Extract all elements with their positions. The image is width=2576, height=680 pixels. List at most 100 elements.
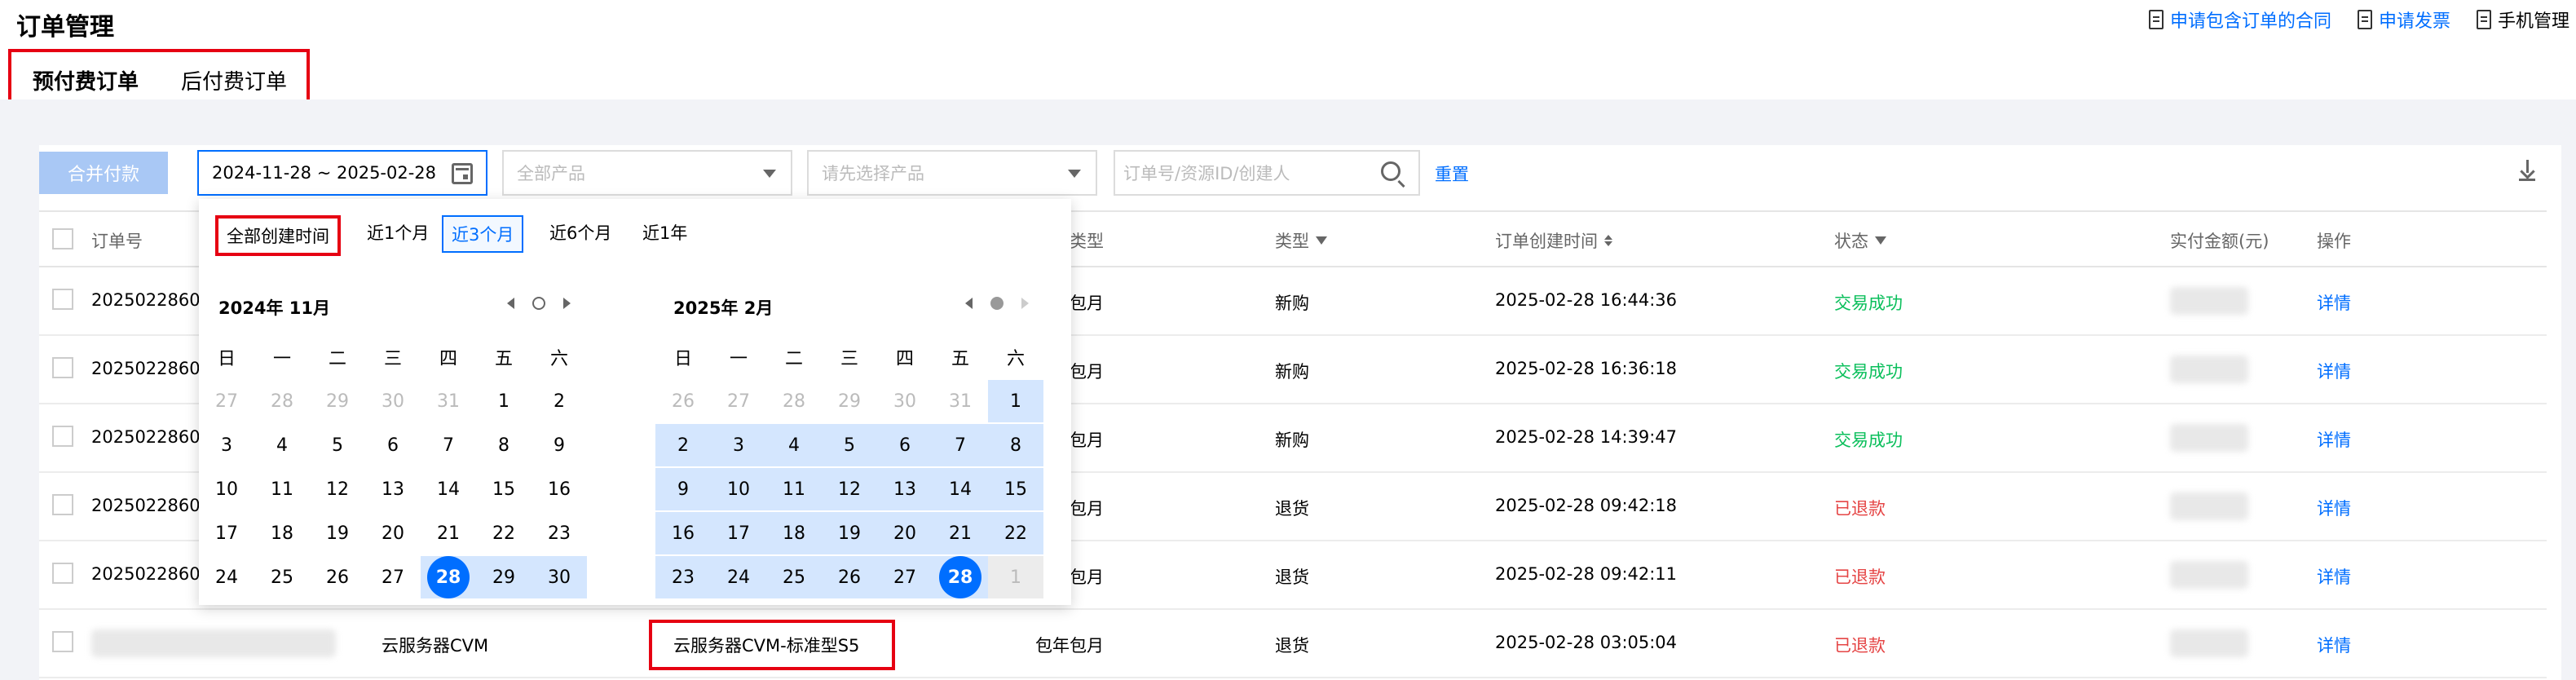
calendar-day[interactable]: 6 — [877, 424, 933, 466]
calendar-day[interactable]: 23 — [532, 512, 587, 554]
calendar-day[interactable]: 11 — [766, 468, 822, 510]
calendar-day[interactable]: 1 — [476, 380, 532, 422]
detail-link[interactable]: 详情 — [2317, 359, 2351, 383]
calendar-day[interactable]: 5 — [822, 424, 877, 466]
calendar-day[interactable]: 29 — [476, 556, 532, 598]
calendar-day[interactable]: 28 — [766, 380, 822, 422]
filter-icon[interactable] — [1875, 236, 1886, 245]
calendar-day[interactable]: 15 — [476, 468, 532, 510]
calendar-day[interactable]: 22 — [476, 512, 532, 554]
calendar-day[interactable]: 29 — [822, 380, 877, 422]
calendar-day[interactable]: 10 — [711, 468, 766, 510]
calendar-day[interactable]: 21 — [421, 512, 476, 554]
calendar-day[interactable]: 11 — [254, 468, 310, 510]
calendar-day[interactable]: 7 — [421, 424, 476, 466]
calendar-day[interactable]: 21 — [933, 512, 988, 554]
calendar-day[interactable]: 4 — [254, 424, 310, 466]
calendar-day[interactable]: 27 — [199, 380, 254, 422]
reset-link[interactable]: 重置 — [1435, 161, 1469, 186]
calendar-day[interactable]: 16 — [532, 468, 587, 510]
calendar-day[interactable]: 26 — [310, 556, 365, 598]
calendar-day[interactable]: 24 — [711, 556, 766, 598]
detail-link[interactable]: 详情 — [2317, 496, 2351, 520]
quick-all-time[interactable]: 全部创建时间 — [215, 215, 341, 256]
quick-1-year[interactable]: 近1年 — [634, 215, 695, 249]
order-number[interactable]: 20250228600 — [91, 496, 211, 515]
order-number[interactable]: 20250228600 — [91, 359, 211, 378]
order-number[interactable]: 20250228600 — [91, 564, 211, 584]
calendar-day[interactable]: 27 — [877, 556, 933, 598]
quick-1-month[interactable]: 近1个月 — [359, 215, 437, 249]
calendar-day[interactable]: 26 — [655, 380, 711, 422]
calendar-day[interactable]: 18 — [254, 512, 310, 554]
calendar-day[interactable]: 2 — [532, 380, 587, 422]
detail-link[interactable]: 详情 — [2317, 427, 2351, 452]
row-checkbox[interactable] — [52, 563, 73, 584]
calendar-day[interactable]: 4 — [766, 424, 822, 466]
apply-invoice-link[interactable]: 申请发票 — [2357, 7, 2450, 33]
detail-link[interactable]: 详情 — [2317, 564, 2351, 589]
sub-product-select[interactable]: 请先选择产品 — [807, 150, 1097, 196]
prev-month-icon[interactable] — [507, 298, 514, 309]
calendar-day[interactable]: 14 — [421, 468, 476, 510]
calendar-day[interactable]: 30 — [365, 380, 421, 422]
col-type[interactable]: 类型 — [1275, 228, 1327, 253]
calendar-day[interactable]: 8 — [988, 424, 1043, 466]
calendar-day[interactable]: 24 — [199, 556, 254, 598]
calendar-day[interactable]: 19 — [822, 512, 877, 554]
col-status[interactable]: 状态 — [1834, 228, 1886, 253]
next-month-icon[interactable] — [563, 298, 571, 309]
tab-prepaid[interactable]: 预付费订单 — [19, 65, 152, 107]
calendar-day[interactable]: 30 — [877, 380, 933, 422]
calendar-day[interactable]: 26 — [822, 556, 877, 598]
calendar-day[interactable]: 14 — [933, 468, 988, 510]
calendar-day[interactable]: 30 — [532, 556, 587, 598]
calendar-day[interactable]: 28 — [254, 380, 310, 422]
sort-icon[interactable] — [1604, 235, 1612, 246]
calendar-day[interactable]: 9 — [655, 468, 711, 510]
row-checkbox[interactable] — [52, 289, 73, 310]
calendar-day[interactable]: 5 — [310, 424, 365, 466]
today-icon[interactable] — [990, 297, 1003, 310]
calendar-day[interactable]: 29 — [310, 380, 365, 422]
today-icon[interactable] — [532, 297, 545, 310]
order-number[interactable]: 20250228600 — [91, 427, 211, 447]
calendar-day[interactable]: 10 — [199, 468, 254, 510]
col-created[interactable]: 订单创建时间 — [1495, 228, 1612, 253]
apply-contract-link[interactable]: 申请包含订单的合同 — [2148, 7, 2331, 33]
calendar-day[interactable]: 27 — [365, 556, 421, 598]
order-number[interactable]: 20250228600 — [91, 290, 211, 310]
row-checkbox[interactable] — [52, 426, 73, 447]
calendar-day[interactable]: 25 — [766, 556, 822, 598]
calendar-day[interactable]: 9 — [532, 424, 587, 466]
next-month-icon[interactable] — [1021, 298, 1029, 309]
tab-postpaid[interactable]: 后付费订单 — [181, 65, 287, 100]
calendar-day[interactable]: 27 — [711, 380, 766, 422]
calendar-day[interactable]: 22 — [988, 512, 1043, 554]
calendar-day[interactable]: 13 — [365, 468, 421, 510]
row-checkbox[interactable] — [52, 631, 73, 652]
row-checkbox[interactable] — [52, 494, 73, 515]
calendar-day[interactable]: 12 — [310, 468, 365, 510]
date-range-input[interactable]: 2024-11-28 ~ 2025-02-28 — [197, 150, 487, 196]
download-icon[interactable] — [2519, 160, 2535, 181]
detail-link[interactable]: 详情 — [2317, 290, 2351, 315]
filter-icon[interactable] — [1316, 236, 1327, 245]
calendar-day[interactable]: 31 — [421, 380, 476, 422]
calendar-day[interactable]: 16 — [655, 512, 711, 554]
search-input[interactable]: 订单号/资源ID/创建人 — [1114, 150, 1420, 196]
select-all-checkbox[interactable] — [52, 228, 73, 249]
calendar-day[interactable]: 8 — [476, 424, 532, 466]
calendar-day[interactable]: 19 — [310, 512, 365, 554]
row-checkbox[interactable] — [52, 357, 73, 378]
calendar-day[interactable]: 20 — [365, 512, 421, 554]
quick-6-months[interactable]: 近6个月 — [541, 215, 620, 249]
calendar-day[interactable]: 23 — [655, 556, 711, 598]
calendar-day[interactable]: 2 — [655, 424, 711, 466]
calendar-day[interactable]: 12 — [822, 468, 877, 510]
calendar-day[interactable]: 15 — [988, 468, 1043, 510]
product-select[interactable]: 全部产品 — [502, 150, 792, 196]
calendar-icon[interactable] — [452, 163, 473, 184]
calendar-day[interactable]: 6 — [365, 424, 421, 466]
calendar-day[interactable]: 31 — [933, 380, 988, 422]
